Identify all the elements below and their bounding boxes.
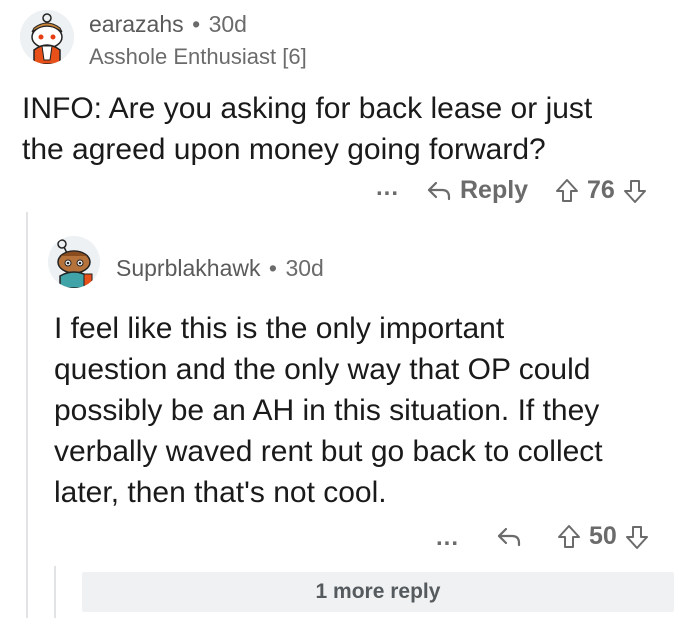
reply-button[interactable]: Reply: [426, 176, 528, 205]
separator-dot: •: [268, 255, 277, 281]
score-count: 76: [587, 176, 615, 204]
reply-arrow-icon: [427, 181, 451, 200]
avatar[interactable]: [48, 236, 100, 288]
vote-controls: 76: [555, 176, 647, 205]
comment-body-line: INFO: Are you asking for back lease or j…: [22, 92, 593, 125]
upvote-arrow-icon[interactable]: [557, 524, 581, 550]
reply-body-line: verbally waved rent but go back to colle…: [54, 435, 603, 468]
comment-body: INFO: Are you asking for back lease or j…: [22, 88, 592, 170]
reply-label: Reply: [460, 176, 529, 204]
upvote-arrow-icon[interactable]: [555, 178, 579, 204]
timestamp: 30d: [208, 11, 247, 37]
username[interactable]: Suprblakhawk: [116, 255, 260, 281]
user-flair: Asshole Enthusiast [6]: [89, 44, 307, 69]
reply-body: I feel like this is the only important q…: [54, 308, 603, 513]
username[interactable]: earazahs: [89, 11, 184, 37]
snoo-avatar-icon: [20, 10, 74, 64]
nested-thread-line[interactable]: [54, 566, 56, 618]
reply-body-line: I feel like this is the only important: [54, 312, 505, 345]
reply-body-line: later, then that's not cool.: [54, 476, 387, 509]
more-replies-button[interactable]: 1 more reply: [82, 572, 674, 612]
reply-header: Suprblakhawk • 30d: [116, 255, 324, 282]
separator-dot: •: [192, 11, 201, 37]
vote-controls: 50: [557, 522, 649, 551]
reply-button[interactable]: [496, 526, 522, 548]
snoo-avatar-icon: [48, 236, 100, 288]
thread-line[interactable]: [26, 212, 28, 618]
timestamp: 30d: [285, 255, 324, 281]
more-options-button[interactable]: ...: [376, 174, 399, 202]
reply-body-line: question and the only way that OP could: [54, 353, 591, 386]
score-count: 50: [589, 522, 617, 550]
more-options-button[interactable]: ...: [436, 524, 459, 552]
downvote-arrow-icon[interactable]: [625, 524, 649, 550]
reply-body-line: possibly be an AH in this situation. If …: [54, 394, 600, 427]
comment-header: earazahs • 30d: [89, 11, 247, 38]
downvote-arrow-icon[interactable]: [623, 178, 647, 204]
reply-arrow-icon: [497, 527, 521, 547]
comment-body-line: the agreed upon money going forward?: [22, 133, 546, 166]
avatar[interactable]: [20, 10, 74, 64]
